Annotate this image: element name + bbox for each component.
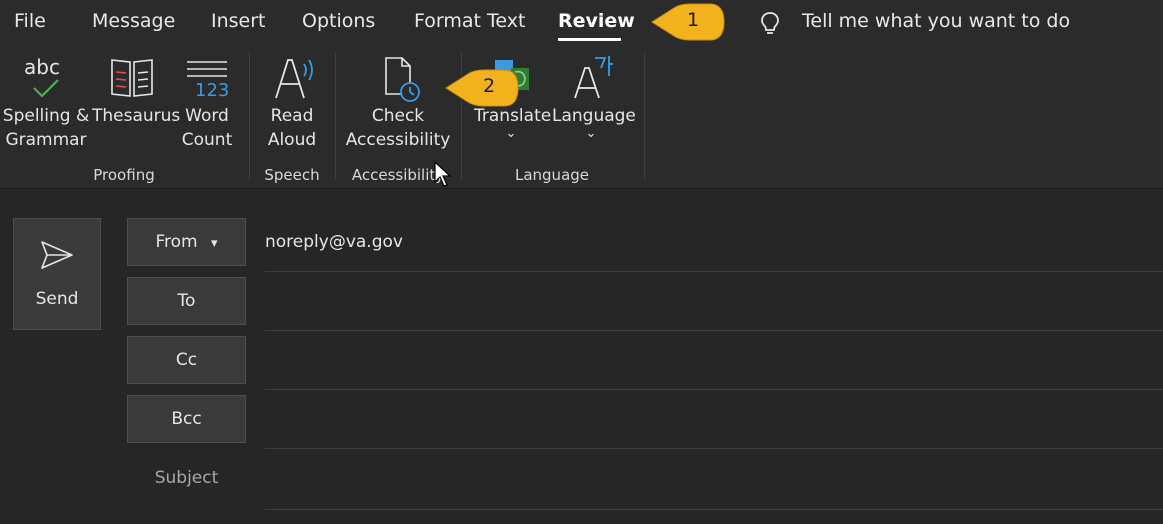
field-divider bbox=[265, 271, 1163, 272]
tab-insert[interactable]: Insert bbox=[211, 10, 266, 32]
word-count-label-1: Word bbox=[185, 106, 229, 126]
to-button[interactable]: To bbox=[127, 277, 246, 325]
read-aloud-label-2: Aloud bbox=[267, 130, 317, 150]
check-accessibility-label-1: Check bbox=[371, 106, 425, 126]
language-group-label: Language bbox=[514, 166, 590, 184]
thesaurus-button[interactable]: Thesaurus bbox=[92, 52, 181, 128]
chevron-down-icon: ▾ bbox=[211, 236, 218, 251]
send-button[interactable]: Send bbox=[13, 218, 101, 330]
proofing-group-label: Proofing bbox=[93, 166, 155, 184]
field-divider bbox=[265, 389, 1163, 390]
word-count-icon: 123 bbox=[187, 61, 229, 101]
from-value: noreply@va.gov bbox=[265, 232, 403, 252]
chevron-down-icon: ⌄ bbox=[505, 126, 517, 141]
field-divider bbox=[265, 330, 1163, 331]
callout-arrow-shape bbox=[445, 69, 519, 107]
mouse-cursor-icon bbox=[434, 160, 452, 187]
word-count-icon-text: 123 bbox=[195, 80, 229, 101]
word-count-label-2: Count bbox=[181, 130, 233, 150]
send-label: Send bbox=[35, 289, 79, 309]
field-divider bbox=[265, 448, 1163, 449]
group-separator bbox=[644, 52, 645, 180]
callout-1: 1 bbox=[650, 2, 726, 46]
spelling-icon-text: abc bbox=[24, 55, 60, 79]
send-icon bbox=[41, 241, 73, 269]
read-aloud-icon bbox=[275, 59, 313, 99]
bcc-button[interactable]: Bcc bbox=[127, 395, 246, 443]
callout-2: 2 bbox=[444, 68, 520, 112]
active-tab-indicator bbox=[558, 38, 621, 41]
tab-format-text[interactable]: Format Text bbox=[414, 10, 525, 32]
group-separator bbox=[249, 52, 250, 180]
check-accessibility-label-2: Accessibility bbox=[345, 130, 451, 150]
language-icon bbox=[574, 56, 613, 99]
field-divider bbox=[265, 509, 1163, 510]
callout-number: 2 bbox=[483, 75, 496, 97]
tab-options[interactable]: Options bbox=[302, 10, 375, 32]
speech-group-label: Speech bbox=[264, 166, 320, 184]
bcc-input[interactable] bbox=[265, 400, 1159, 442]
spelling-label-1: Spelling & bbox=[2, 106, 90, 126]
read-aloud-label-1: Read bbox=[270, 106, 314, 126]
callout-number: 1 bbox=[687, 9, 700, 31]
cc-input[interactable] bbox=[265, 341, 1159, 383]
word-count-button[interactable]: 123 Word Count bbox=[176, 52, 238, 152]
tab-file[interactable]: File bbox=[14, 10, 46, 32]
from-label: From bbox=[155, 232, 198, 252]
to-input[interactable] bbox=[265, 282, 1159, 324]
subject-label: Subject bbox=[154, 468, 219, 488]
thesaurus-label: Thesaurus bbox=[92, 106, 181, 126]
tell-me-search[interactable]: Tell me what you want to do bbox=[802, 10, 1070, 32]
lightbulb-icon bbox=[761, 12, 779, 34]
spelling-label-2: Grammar bbox=[5, 130, 87, 150]
menu-bar: File Message Insert Options Format Text … bbox=[0, 0, 1163, 46]
accessibility-check-icon bbox=[385, 57, 420, 102]
language-button[interactable]: Language ⌄ bbox=[552, 52, 636, 141]
read-aloud-button[interactable]: Read Aloud bbox=[256, 52, 328, 152]
chevron-down-icon: ⌄ bbox=[585, 126, 597, 141]
ribbon: abc Spelling & Grammar Thesaurus 123 Wor… bbox=[0, 46, 1163, 189]
language-label: Language bbox=[552, 106, 636, 126]
spelling-check-icon: abc bbox=[24, 55, 60, 98]
check-accessibility-button[interactable]: Check Accessibility bbox=[344, 52, 452, 152]
book-icon bbox=[111, 59, 153, 97]
tab-review[interactable]: Review bbox=[558, 10, 635, 32]
subject-input[interactable] bbox=[265, 458, 1159, 500]
from-button[interactable]: From ▾ bbox=[127, 218, 246, 266]
spelling-grammar-button[interactable]: abc Spelling & Grammar bbox=[2, 52, 90, 152]
group-separator bbox=[335, 52, 336, 180]
cc-button[interactable]: Cc bbox=[127, 336, 246, 384]
tab-message[interactable]: Message bbox=[92, 10, 175, 32]
